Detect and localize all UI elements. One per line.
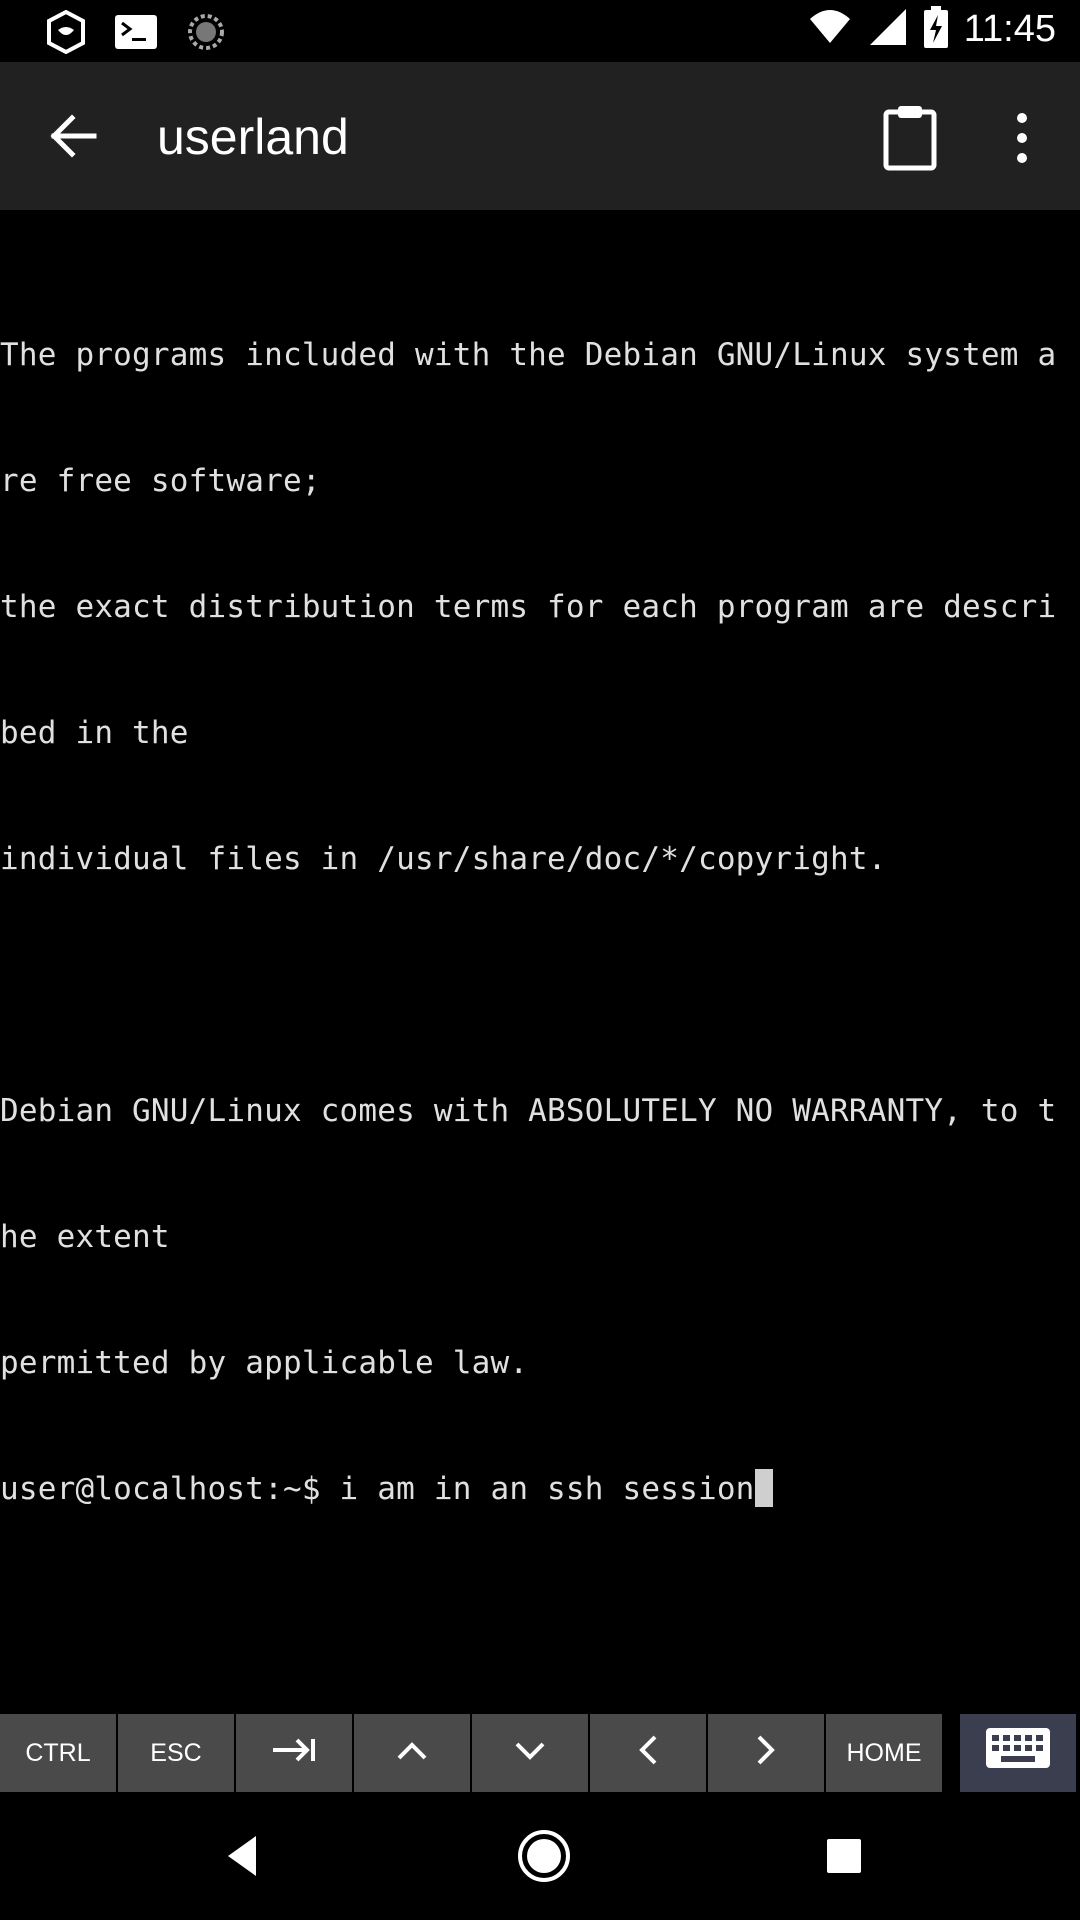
status-left-icons — [46, 9, 226, 59]
terminal-line: permitted by applicable law. — [0, 1345, 529, 1381]
arrow-left-icon — [638, 1734, 658, 1773]
shell-prompt: user@localhost:~$ — [0, 1471, 340, 1507]
terminal-line: bed in the — [0, 715, 189, 751]
keyboard-icon — [985, 1727, 1051, 1780]
up-key[interactable] — [354, 1714, 470, 1792]
arrow-up-icon — [396, 1739, 428, 1768]
signal-icon — [868, 7, 908, 52]
back-arrow-icon — [44, 114, 104, 170]
nav-recents-button[interactable] — [816, 1828, 872, 1884]
terminal-icon — [114, 14, 158, 55]
arrow-down-icon — [514, 1739, 546, 1768]
extra-keys-bar: CTRL ESC HOME — [0, 1714, 1080, 1792]
more-options-button[interactable] — [1000, 104, 1044, 172]
nav-back-button[interactable] — [216, 1828, 272, 1884]
clipboard-button[interactable] — [880, 102, 944, 172]
wifi-icon — [808, 7, 852, 52]
nav-home-icon — [512, 1830, 576, 1892]
battery-charging-icon — [923, 6, 948, 53]
nav-recents-icon — [816, 1839, 872, 1888]
terminal-line: re free software; — [0, 463, 321, 499]
down-key[interactable] — [472, 1714, 588, 1792]
app-bar: userland — [0, 62, 1080, 210]
terminal-line: individual files in /usr/share/doc/*/cop… — [0, 841, 887, 877]
more-vert-icon — [1000, 113, 1044, 176]
tab-icon — [271, 1735, 317, 1772]
esc-key[interactable]: ESC — [118, 1714, 234, 1792]
left-key[interactable] — [590, 1714, 706, 1792]
system-nav-bar — [0, 1792, 1080, 1920]
terminal-line: the exact distribution terms for each pr… — [0, 589, 1057, 625]
text-cursor — [754, 1469, 773, 1507]
terminal-line: he extent — [0, 1219, 170, 1255]
loading-icon — [186, 12, 226, 57]
home-key[interactable]: HOME — [826, 1714, 942, 1792]
status-right: 11:45 — [808, 6, 1056, 53]
terminal-view[interactable]: The programs included with the Debian GN… — [0, 250, 1080, 1700]
arrow-right-icon — [756, 1734, 776, 1773]
prompt-line: user@localhost:~$ i am in an ssh session — [0, 1468, 1080, 1510]
status-bar: 11:45 — [0, 0, 1080, 62]
status-time: 11:45 — [963, 8, 1056, 50]
tab-key[interactable] — [236, 1714, 352, 1792]
back-button[interactable] — [44, 106, 104, 166]
right-key[interactable] — [708, 1714, 824, 1792]
shield-icon — [46, 9, 86, 59]
nav-back-icon — [216, 1836, 272, 1888]
command-input: i am in an ssh session — [339, 1471, 755, 1507]
ctrl-key[interactable]: CTRL — [0, 1714, 116, 1792]
clipboard-icon — [880, 106, 944, 176]
terminal-line: Debian GNU/Linux comes with ABSOLUTELY N… — [0, 1093, 1057, 1129]
app-title: userland — [157, 109, 349, 165]
terminal-line: The programs included with the Debian GN… — [0, 337, 1057, 373]
nav-home-button[interactable] — [512, 1824, 576, 1888]
keyboard-toggle-button[interactable] — [960, 1714, 1076, 1792]
